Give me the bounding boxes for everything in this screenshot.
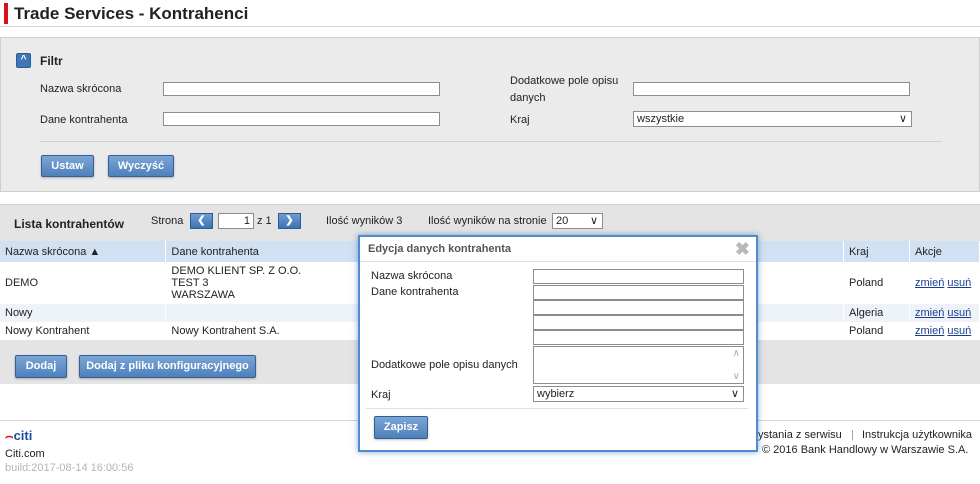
edit-link[interactable]: zmień — [915, 277, 944, 289]
cell-kraj: Poland — [843, 322, 910, 340]
filter-title: Filtr — [40, 54, 63, 68]
kraj-label: Kraj — [510, 114, 530, 126]
modal-dane-input-2[interactable] — [533, 300, 744, 315]
modal-kraj-label: Kraj — [371, 389, 391, 401]
close-icon[interactable]: ✖ — [735, 240, 750, 258]
list-title: Lista kontrahentów — [14, 217, 125, 231]
filter-divider — [40, 141, 942, 142]
citi-logo-text: citi — [13, 428, 33, 443]
per-page-label: Ilość wyników na stronie — [428, 215, 547, 227]
per-page-select[interactable]: 20 ∨ — [552, 213, 603, 229]
next-page-button[interactable]: ❯ — [278, 213, 301, 229]
build-info: build:2017-08-14 16:00:56 — [5, 462, 134, 474]
page-header: Trade Services - Kontrahenci — [0, 0, 980, 27]
footer-separator: | — [851, 429, 854, 441]
page-title: Trade Services - Kontrahenci — [14, 4, 249, 23]
nazwa-input[interactable] — [163, 82, 440, 96]
collapse-icon[interactable]: ^ — [16, 53, 31, 68]
delete-link[interactable]: usuń — [947, 277, 971, 289]
copyright: © 2016 Bank Handlowy w Warszawie S.A. — [762, 444, 969, 456]
header-accent-bar — [4, 3, 8, 24]
cell-kraj: Algeria — [843, 304, 910, 322]
chevron-down-icon: ∨ — [589, 215, 598, 227]
ustaw-button[interactable]: Ustaw — [41, 155, 94, 177]
dialog-title: Edycja danych kontrahenta — [368, 243, 512, 255]
terms-link[interactable]: ystania z serwisu — [758, 429, 842, 441]
scroll-down-icon[interactable]: ∨ — [733, 371, 740, 382]
citi-logo: ⌢citi — [5, 428, 33, 443]
modal-dodatkowe-label: Dodatkowe pole opisu danych — [371, 359, 518, 371]
dodatkowe-label-2: danych — [510, 92, 546, 104]
edit-link[interactable]: zmień — [915, 307, 944, 319]
wyczysc-button[interactable]: Wyczyść — [108, 155, 174, 177]
dialog-titlebar: Edycja danych kontrahenta ✖ — [360, 237, 756, 262]
modal-kraj-value: wybierz — [537, 388, 575, 400]
kraj-select-value: wszystkie — [637, 113, 685, 125]
per-page-value: 20 — [556, 215, 569, 227]
prev-page-button[interactable]: ❮ — [190, 213, 213, 229]
dane-label: Dane kontrahenta — [40, 114, 128, 126]
modal-nazwa-input[interactable] — [533, 269, 744, 284]
modal-kraj-select[interactable]: wybierz ∨ — [533, 386, 744, 402]
edit-link[interactable]: zmień — [915, 325, 944, 337]
modal-dane-input-1[interactable] — [533, 285, 744, 300]
cell-nazwa: DEMO — [0, 262, 167, 304]
col-akcje-header: Akcje — [909, 241, 980, 262]
dialog-divider — [366, 408, 748, 409]
col-kraj-header: Kraj — [843, 241, 910, 262]
modal-dane-input-4[interactable] — [533, 330, 744, 345]
citi-link[interactable]: Citi.com — [5, 448, 45, 460]
edit-contractor-dialog: Edycja danych kontrahenta ✖ Nazwa skróco… — [358, 235, 758, 452]
dodaj-z-pliku-button[interactable]: Dodaj z pliku konfiguracyjnego — [79, 355, 256, 378]
dane-input[interactable] — [163, 112, 440, 126]
strona-label: Strona — [151, 215, 184, 227]
modal-dane-input-3[interactable] — [533, 315, 744, 330]
filter-panel: ^ Filtr Nazwa skrócona Dodatkowe pole op… — [0, 37, 980, 192]
kraj-select[interactable]: wszystkie ∨ — [633, 111, 912, 127]
cell-nazwa: Nowy — [0, 304, 167, 322]
scroll-up-icon[interactable]: ∧ — [733, 348, 740, 359]
dodatkowe-input[interactable] — [633, 82, 910, 96]
cell-nazwa: Nowy Kontrahent — [0, 322, 167, 340]
nazwa-label: Nazwa skrócona — [40, 83, 122, 95]
dodatkowe-label-1: Dodatkowe pole opisu — [510, 75, 619, 87]
manual-link[interactable]: Instrukcja użytkownika — [862, 429, 972, 441]
modal-dodatkowe-textarea[interactable]: ∧ ∨ — [533, 346, 744, 384]
results-count: Ilość wyników 3 — [326, 215, 403, 227]
page-of-text: z 1 — [257, 215, 272, 227]
cell-akcje: zmień usuń — [909, 262, 980, 304]
delete-link[interactable]: usuń — [947, 307, 971, 319]
page-input[interactable]: 1 — [218, 213, 254, 229]
col-nazwa-header[interactable]: Nazwa skrócona ▲ — [0, 241, 167, 262]
modal-dane-label: Dane kontrahenta — [371, 286, 459, 298]
cell-akcje: zmień usuń — [909, 322, 980, 340]
chevron-down-icon: ∨ — [730, 388, 739, 400]
delete-link[interactable]: usuń — [947, 325, 971, 337]
chevron-down-icon: ∨ — [898, 113, 907, 125]
cell-kraj: Poland — [843, 262, 910, 304]
dodaj-button[interactable]: Dodaj — [15, 355, 67, 378]
modal-nazwa-label: Nazwa skrócona — [371, 270, 453, 282]
cell-akcje: zmień usuń — [909, 304, 980, 322]
save-button[interactable]: Zapisz — [374, 416, 428, 439]
